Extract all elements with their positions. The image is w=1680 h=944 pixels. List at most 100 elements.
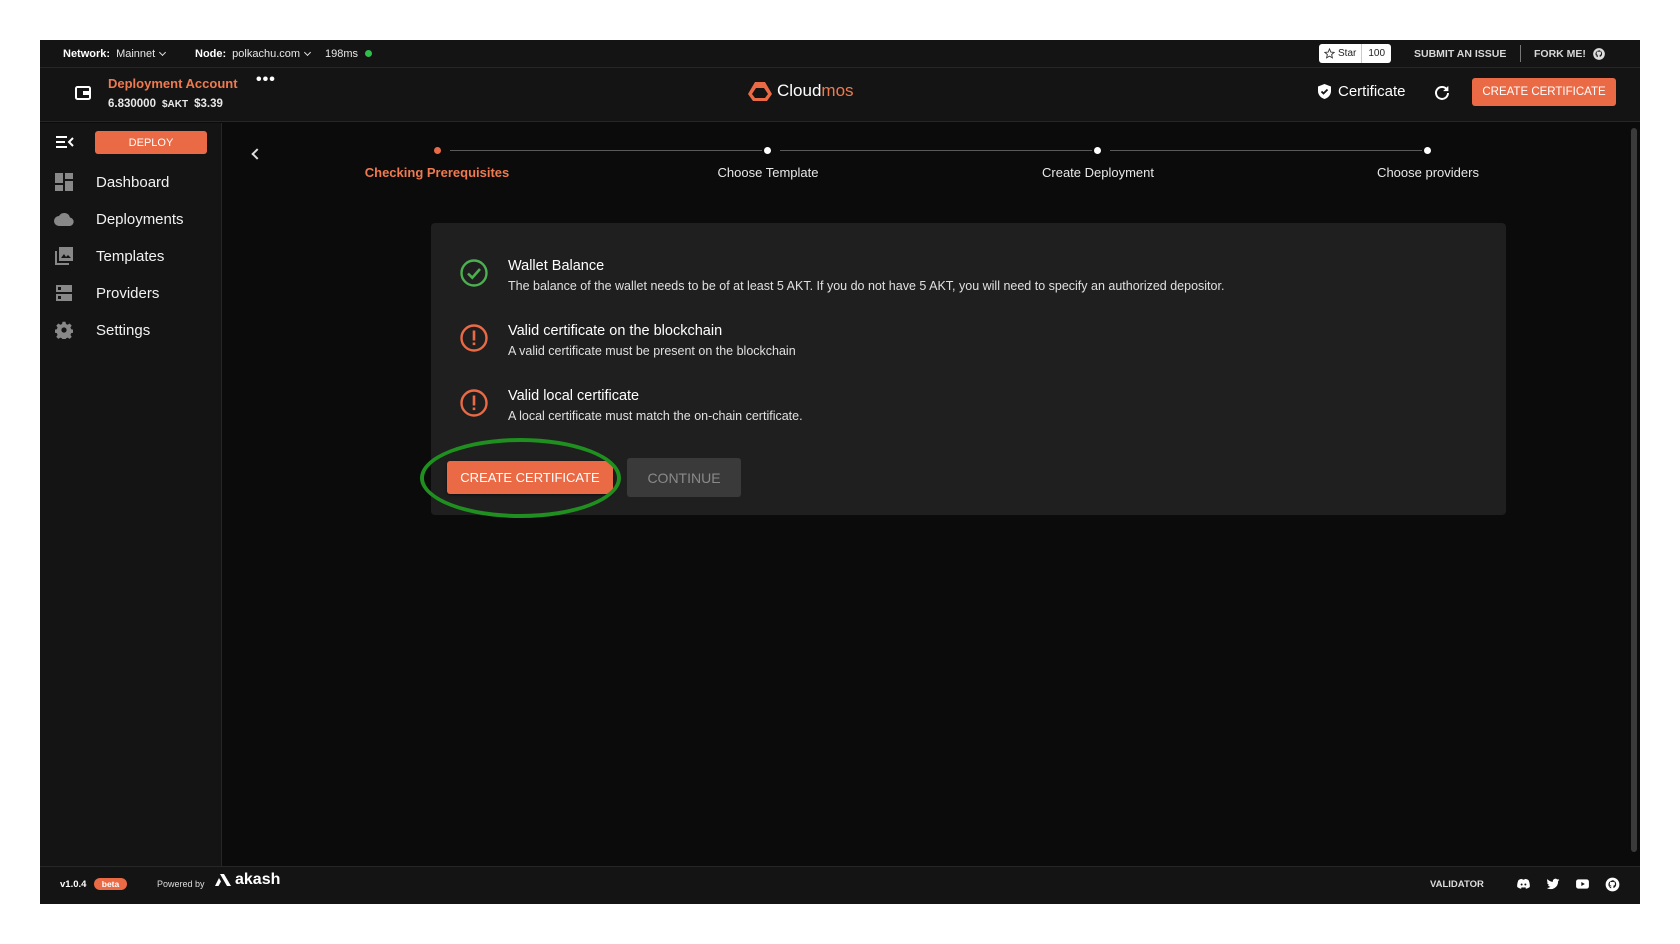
- network-value: Mainnet: [116, 47, 156, 60]
- sidebar-item-settings[interactable]: Settings: [53, 315, 213, 345]
- brand-name-part2: mos: [821, 81, 854, 100]
- step-connector: [450, 150, 762, 151]
- prerequisite-wallet-balance: Wallet Balance The balance of the wallet…: [459, 258, 1224, 293]
- network-label: Network:: [63, 47, 111, 60]
- balance-usd: $3.39: [194, 98, 223, 110]
- app-window: Network: Mainnet Node: polkachu.com 198m…: [40, 40, 1640, 904]
- status-dot-icon: [365, 50, 373, 57]
- latency-value: 198ms: [325, 47, 359, 60]
- scrollbar[interactable]: [1631, 128, 1637, 852]
- sidebar: DEPLOY Dashboard Deployments Templates P…: [40, 123, 222, 866]
- github-icon: [1593, 47, 1605, 60]
- step-create-deployment[interactable]: Create Deployment: [1042, 165, 1154, 180]
- sidebar-item-templates[interactable]: Templates: [53, 241, 213, 271]
- validator-link[interactable]: VALIDATOR: [1430, 879, 1484, 890]
- github-star-button[interactable]: Star 100: [1319, 44, 1392, 63]
- star-icon: [1324, 48, 1335, 59]
- powered-by-label: Powered by: [157, 879, 205, 889]
- warning-circle-icon: [460, 389, 488, 417]
- menu-collapse-icon[interactable]: [56, 135, 74, 149]
- sidebar-item-deployments[interactable]: Deployments: [53, 204, 213, 234]
- check-circle-icon: [460, 259, 488, 287]
- step-dot-choose-providers: [1424, 147, 1431, 154]
- network-selector[interactable]: Network: Mainnet: [63, 47, 167, 60]
- sidebar-item-label: Providers: [96, 284, 160, 302]
- providers-icon: [53, 282, 75, 304]
- star-label: Star: [1319, 44, 1363, 63]
- account-balance: 6.830000 $AKT $3.39: [108, 98, 223, 110]
- step-checking-prerequisites[interactable]: Checking Prerequisites: [365, 165, 510, 180]
- cloud-icon: [53, 208, 75, 230]
- node-value: polkachu.com: [232, 47, 301, 60]
- github-icon[interactable]: [1605, 877, 1620, 892]
- account-name[interactable]: Deployment Account: [108, 76, 238, 91]
- top-info-bar: Network: Mainnet Node: polkachu.com 198m…: [40, 40, 1640, 68]
- twitter-icon[interactable]: [1546, 877, 1560, 891]
- akash-logo[interactable]: akash: [215, 871, 280, 889]
- sidebar-item-label: Dashboard: [96, 173, 170, 191]
- more-options-icon[interactable]: •••: [256, 71, 276, 89]
- chevron-down-icon: [304, 48, 312, 56]
- step-choose-providers[interactable]: Choose providers: [1377, 165, 1479, 180]
- sidebar-item-label: Deployments: [96, 210, 184, 228]
- prerequisite-description: A valid certificate must be present on t…: [508, 344, 796, 358]
- step-connector: [780, 150, 1092, 151]
- star-count: 100: [1368, 48, 1386, 59]
- prerequisite-title: Valid certificate on the blockchain: [508, 323, 723, 339]
- star-text: Star: [1338, 48, 1357, 59]
- node-selector[interactable]: Node: polkachu.com: [195, 47, 312, 60]
- balance-amount: 6.830000: [108, 98, 156, 110]
- gear-icon: [53, 319, 75, 341]
- brand-name-part1: Cloud: [777, 81, 822, 100]
- back-chevron-icon[interactable]: [251, 148, 263, 160]
- refresh-icon[interactable]: [1433, 84, 1451, 102]
- akash-logo-icon: [215, 874, 231, 886]
- version-label: v1.0.4: [60, 879, 87, 890]
- youtube-icon[interactable]: [1575, 877, 1590, 891]
- prerequisite-blockchain-certificate: Valid certificate on the blockchain A va…: [459, 323, 796, 358]
- deploy-button[interactable]: DEPLOY: [95, 131, 207, 154]
- balance-unit: $AKT: [161, 99, 189, 110]
- cloudmos-logo-icon: [748, 82, 772, 101]
- dashboard-icon: [53, 171, 75, 193]
- step-choose-template[interactable]: Choose Template: [718, 165, 819, 180]
- main-content: Checking Prerequisites Choose Template C…: [223, 123, 1630, 866]
- fork-me-link[interactable]: FORK ME!: [1534, 47, 1606, 61]
- step-connector: [1110, 150, 1422, 151]
- create-certificate-button[interactable]: CREATE CERTIFICATE: [447, 461, 613, 494]
- templates-icon: [53, 245, 75, 267]
- sidebar-item-label: Templates: [96, 247, 165, 265]
- akash-wordmark: akash: [235, 871, 281, 888]
- node-label: Node:: [195, 47, 227, 60]
- cloudmos-logo[interactable]: Cloud mos: [747, 80, 854, 102]
- certificate-status[interactable]: Certificate: [1317, 83, 1406, 100]
- wallet-icon: [75, 86, 91, 100]
- step-dot-checking-prerequisites: [434, 147, 441, 154]
- step-dot-create-deployment: [1094, 147, 1101, 154]
- continue-button[interactable]: CONTINUE: [627, 458, 741, 497]
- prerequisite-text: Valid local certificate A local certific…: [508, 388, 803, 423]
- prerequisites-card: Wallet Balance The balance of the wallet…: [420, 223, 1506, 518]
- sidebar-item-label: Settings: [96, 321, 151, 339]
- sidebar-item-dashboard[interactable]: Dashboard: [53, 167, 213, 197]
- prerequisite-text: Valid certificate on the blockchain A va…: [508, 323, 796, 358]
- app-header: Deployment Account ••• 6.830000 $AKT $3.…: [40, 68, 1640, 122]
- prerequisite-description: The balance of the wallet needs to be of…: [508, 279, 1225, 293]
- prerequisite-title: Wallet Balance: [508, 258, 605, 274]
- shield-check-icon: [1318, 84, 1331, 99]
- header-create-certificate-button[interactable]: CREATE CERTIFICATE: [1472, 78, 1616, 106]
- chevron-down-icon: [159, 48, 167, 56]
- submit-issue-link[interactable]: SUBMIT AN ISSUE: [1414, 48, 1506, 60]
- prerequisite-text: Wallet Balance The balance of the wallet…: [508, 258, 1224, 293]
- fork-me-label: FORK ME!: [1534, 47, 1586, 60]
- prerequisite-description: A local certificate must match the on-ch…: [508, 409, 803, 423]
- sidebar-item-providers[interactable]: Providers: [53, 278, 213, 308]
- divider: [1520, 45, 1521, 62]
- certificate-label: Certificate: [1338, 83, 1406, 100]
- prerequisite-local-certificate: Valid local certificate A local certific…: [459, 388, 803, 423]
- discord-icon[interactable]: [1516, 877, 1531, 892]
- step-dot-choose-template: [764, 147, 771, 154]
- footer: v1.0.4 beta Powered by akash VALIDATOR: [40, 866, 1640, 904]
- beta-badge: beta: [94, 878, 127, 890]
- warning-circle-icon: [460, 324, 488, 352]
